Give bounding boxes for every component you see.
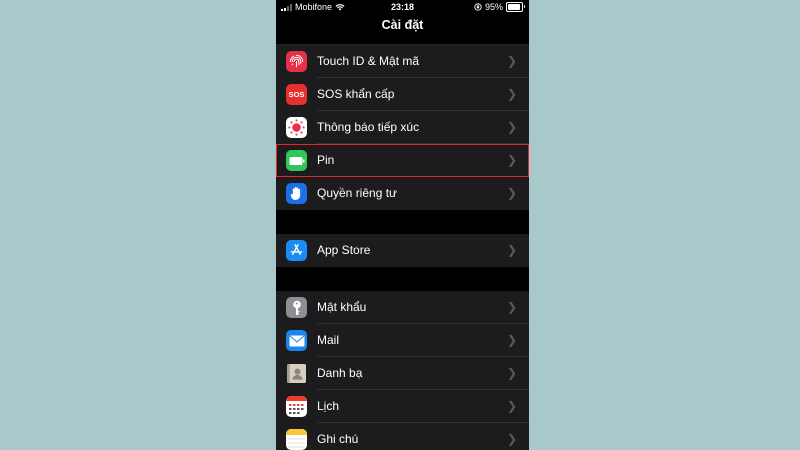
chevron-right-icon: ❯	[506, 300, 517, 314]
battery-status-icon	[506, 2, 525, 12]
settings-row-calendar[interactable]: Lịch ❯	[276, 390, 529, 423]
settings-group-privacy: Touch ID & Mật mã ❯ SOS SOS khẩn cấp ❯ T…	[276, 45, 529, 210]
settings-row-label: Lịch	[317, 399, 340, 413]
app-store-icon	[286, 240, 307, 261]
key-icon	[286, 297, 307, 318]
settings-row-label: Ghi chú	[317, 432, 359, 446]
sos-icon: SOS	[286, 84, 307, 105]
settings-row-app-store[interactable]: App Store ❯	[276, 234, 529, 267]
contacts-icon	[286, 363, 307, 384]
settings-row-label: Mail	[317, 333, 340, 347]
phone-screen: Mobifone 23:18 95% Cài đặt Touch ID & Mậ…	[276, 0, 529, 450]
chevron-right-icon: ❯	[506, 153, 517, 167]
settings-row-label: Thông báo tiếp xúc	[317, 120, 420, 134]
settings-group-apps: Mật khẩu ❯ Mail ❯ Danh bạ ❯ Lịch ❯ Ghi c…	[276, 291, 529, 450]
notes-icon	[286, 429, 307, 450]
settings-row-contacts[interactable]: Danh bạ ❯	[276, 357, 529, 390]
sos-icon-text: SOS	[288, 90, 305, 99]
mail-icon	[286, 330, 307, 351]
exposure-notification-icon	[286, 117, 307, 138]
settings-group-store: App Store ❯	[276, 234, 529, 267]
settings-row-exposure-notifications[interactable]: Thông báo tiếp xúc ❯	[276, 111, 529, 144]
settings-row-touch-id[interactable]: Touch ID & Mật mã ❯	[276, 45, 529, 78]
highlight-box	[276, 144, 529, 177]
settings-row-mail[interactable]: Mail ❯	[276, 324, 529, 357]
battery-percent: 95%	[484, 2, 503, 12]
chevron-right-icon: ❯	[506, 333, 517, 347]
settings-row-label: Pin	[317, 153, 335, 167]
settings-row-label: Quyền riêng tư	[317, 186, 398, 200]
battery-fill	[508, 4, 521, 10]
settings-row-label: Mật khẩu	[317, 300, 367, 314]
chevron-right-icon: ❯	[506, 243, 517, 257]
page-title: Cài đặt	[381, 18, 424, 32]
settings-row-battery[interactable]: Pin ❯	[276, 144, 529, 177]
battery-icon	[286, 150, 307, 171]
settings-row-label: SOS khẩn cấp	[317, 87, 395, 101]
status-right: 95%	[474, 2, 525, 12]
chevron-right-icon: ❯	[506, 120, 517, 134]
chevron-right-icon: ❯	[506, 399, 517, 413]
chevron-right-icon: ❯	[506, 54, 517, 68]
status-bar: Mobifone 23:18 95%	[276, 0, 529, 14]
settings-row-privacy[interactable]: Quyền riêng tư ❯	[276, 177, 529, 210]
chevron-right-icon: ❯	[506, 186, 517, 200]
settings-row-label: App Store	[317, 243, 371, 257]
settings-row-passwords[interactable]: Mật khẩu ❯	[276, 291, 529, 324]
chevron-right-icon: ❯	[506, 432, 517, 446]
orientation-lock-icon	[474, 3, 482, 11]
chevron-right-icon: ❯	[506, 366, 517, 380]
settings-row-label: Danh bạ	[317, 366, 363, 380]
chevron-right-icon: ❯	[506, 87, 517, 101]
settings-row-notes[interactable]: Ghi chú ❯	[276, 423, 529, 450]
calendar-icon	[286, 396, 307, 417]
fingerprint-icon	[286, 51, 307, 72]
hand-icon	[286, 183, 307, 204]
settings-row-label: Touch ID & Mật mã	[317, 54, 420, 68]
settings-row-emergency-sos[interactable]: SOS SOS khẩn cấp ❯	[276, 78, 529, 111]
